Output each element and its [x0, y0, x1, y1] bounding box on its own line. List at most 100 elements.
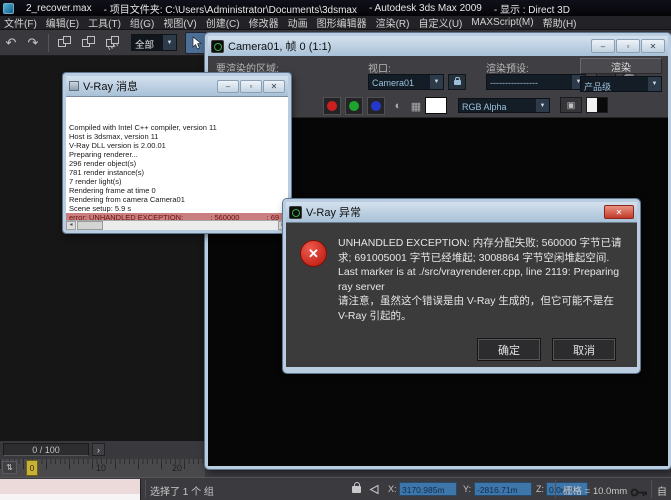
render-window-titlebar[interactable]: Camera01, 帧 0 (1:1) – ▫ ✕	[208, 36, 668, 56]
render-preset-label: 渲染预设:	[486, 64, 529, 75]
menu-rendering[interactable]: 渲染(R)	[376, 15, 410, 30]
menu-animation[interactable]: 动画	[288, 15, 308, 30]
z-coord-label: Z:	[536, 484, 544, 494]
toolbar-divider	[48, 33, 49, 52]
green-channel-button[interactable]	[345, 97, 363, 115]
maxscript-mini-listener-input[interactable]	[0, 494, 141, 500]
menu-help[interactable]: 帮助(H)	[543, 15, 577, 30]
dialog-message-line1: UNHANDLED EXCEPTION: 内存分配失败; 560000 字节已请…	[338, 237, 622, 264]
viewport-dropdown[interactable]: Camera01 ▼	[368, 74, 444, 90]
viewport-lock-button[interactable]	[448, 74, 466, 90]
viewport-label: 视口:	[368, 64, 391, 75]
maxscript-mini-listener[interactable]	[0, 479, 141, 494]
dialog-titlebar[interactable]: V-Ray 异常 ✕	[286, 202, 637, 222]
log-line: Host is 3dsmax, version 11	[69, 132, 159, 141]
horizontal-scrollbar[interactable]: ◂ ▸	[66, 220, 288, 230]
undo-icon[interactable]: ↶	[0, 33, 22, 53]
log-line: Scene setup: 5.9 s	[69, 204, 132, 213]
time-slider-thumb[interactable]: 0	[26, 460, 38, 476]
select-object-button[interactable]	[185, 31, 207, 54]
timeline-toggle-icon[interactable]: ⇅	[2, 461, 17, 474]
frame-counter-row: 0 / 100 ›	[0, 441, 205, 459]
y-coord-label: Y:	[463, 484, 472, 494]
chevron-down-icon: ▼	[163, 35, 176, 50]
dialog-title: V-Ray 异常	[306, 207, 362, 219]
absolute-mode-icon[interactable]	[369, 484, 380, 495]
unlink-selection-icon[interactable]	[81, 35, 97, 51]
title-project-folder: - 项目文件夹: C:\Users\Administrator\Document…	[103, 4, 357, 16]
menubar: 文件(F) 编辑(E) 工具(T) 组(G) 视图(V) 创建(C) 修改器 动…	[0, 16, 671, 30]
render-preset-value: ----------------	[487, 75, 572, 89]
menu-create[interactable]: 创建(C)	[206, 15, 240, 30]
close-icon[interactable]: ✕	[641, 39, 665, 53]
green-channel-icon	[349, 101, 359, 111]
minimize-icon[interactable]: –	[217, 79, 239, 93]
set-key-icon[interactable]	[630, 487, 648, 498]
viewport-dropdown-value: Camera01	[369, 75, 430, 89]
select-link-icon[interactable]	[57, 35, 73, 51]
selection-filter-dropdown[interactable]: 全部 ▼	[131, 34, 177, 51]
dialog-body: ✕ UNHANDLED EXCEPTION: 内存分配失败; 560000 字节…	[286, 222, 637, 367]
menu-modifiers[interactable]: 修改器	[249, 15, 279, 30]
menu-tools[interactable]: 工具(T)	[88, 15, 121, 30]
x-coord-field[interactable]: 3170.985m	[399, 482, 457, 496]
y-coord-field[interactable]: -2816.71m	[474, 482, 532, 496]
dialog-message-line2: Last marker is at ./src/vrayrenderer.cpp…	[338, 266, 620, 293]
menu-views[interactable]: 视图(V)	[163, 15, 196, 30]
log-line: 7 render light(s)	[69, 177, 122, 186]
ok-button[interactable]: 确定	[478, 339, 540, 360]
statusbar: 选择了 1 个 组 X: 3170.985m Y: -2816.71m Z: 0…	[0, 477, 671, 500]
next-frame-button[interactable]: ›	[92, 443, 105, 456]
vray-icon	[289, 205, 302, 219]
blue-channel-button[interactable]	[367, 97, 385, 115]
statusbar-divider	[145, 480, 146, 498]
monochrome-icon[interactable]: ◐	[389, 97, 407, 115]
chevron-down-icon: ▼	[648, 77, 661, 91]
scroll-left-icon[interactable]: ◂	[66, 221, 76, 230]
maximize-icon[interactable]: ▫	[616, 39, 640, 53]
log-line: 296 render object(s)	[69, 159, 137, 168]
close-icon[interactable]: ✕	[604, 205, 634, 219]
render-button[interactable]: 渲染	[580, 58, 662, 74]
title-display-driver: - 显示 : Direct 3D	[493, 4, 570, 16]
red-channel-button[interactable]	[323, 97, 341, 115]
cursor-icon	[192, 35, 202, 49]
message-window-titlebar[interactable]: V-Ray 消息 – ▫ ✕	[66, 76, 288, 96]
vray-message-window: V-Ray 消息 – ▫ ✕ Compiled with Intel C++ c…	[63, 73, 291, 233]
ruler-tick-label: 20	[172, 463, 183, 473]
render-quality-dropdown[interactable]: 产品级 ▼	[580, 76, 662, 92]
chevron-down-icon: ▼	[430, 75, 443, 89]
close-icon[interactable]: ✕	[263, 79, 285, 93]
error-icon: ✕	[300, 240, 327, 267]
cancel-button[interactable]: 取消	[553, 339, 615, 360]
menu-maxscript[interactable]: MAXScript(M)	[471, 17, 533, 28]
menu-customize[interactable]: 自定义(U)	[418, 15, 462, 30]
channel-display-value: RGB Alpha	[459, 99, 536, 112]
redo-icon[interactable]: ↷	[22, 33, 44, 53]
dialog-message: UNHANDLED EXCEPTION: 内存分配失败; 560000 字节已请…	[338, 236, 623, 323]
statusbar-divider	[651, 480, 652, 498]
autokey-button[interactable]: 自	[657, 483, 667, 498]
render-window-title: Camera01, 帧 0 (1:1)	[228, 41, 332, 53]
menu-graph-editors[interactable]: 图形编辑器	[317, 15, 367, 30]
maximize-icon[interactable]: ▫	[240, 79, 262, 93]
menu-group[interactable]: 组(G)	[130, 15, 154, 30]
app-icon	[3, 2, 14, 14]
channel-display-dropdown[interactable]: RGB Alpha ▼	[458, 98, 550, 113]
minimize-icon[interactable]: –	[591, 39, 615, 53]
render-preset-dropdown[interactable]: ---------------- ▼	[486, 74, 586, 90]
selection-lock-icon[interactable]	[352, 482, 361, 493]
bind-spacewarp-icon[interactable]	[105, 35, 121, 51]
clone-buffer-icon[interactable]: ▣	[560, 97, 582, 113]
timeline-ruler[interactable]: ⇅ 0 10 20	[0, 459, 205, 477]
frame-counter: 0 / 100	[3, 443, 89, 456]
chevron-down-icon: ▼	[536, 99, 549, 112]
clear-buffer-icon[interactable]	[586, 97, 608, 113]
sampled-color-swatch[interactable]	[425, 97, 447, 114]
menu-edit[interactable]: 编辑(E)	[46, 15, 79, 30]
menu-file[interactable]: 文件(F)	[4, 15, 37, 30]
alpha-channel-icon[interactable]: ▦	[407, 97, 425, 115]
dialog-message-line3: 请注意，虽然这个错误是由 V-Ray 生成的，但它可能不是在 V-Ray 引起的…	[338, 295, 614, 322]
title-filename: 2_recover.max	[26, 2, 92, 14]
scrollbar-thumb[interactable]	[77, 221, 103, 230]
